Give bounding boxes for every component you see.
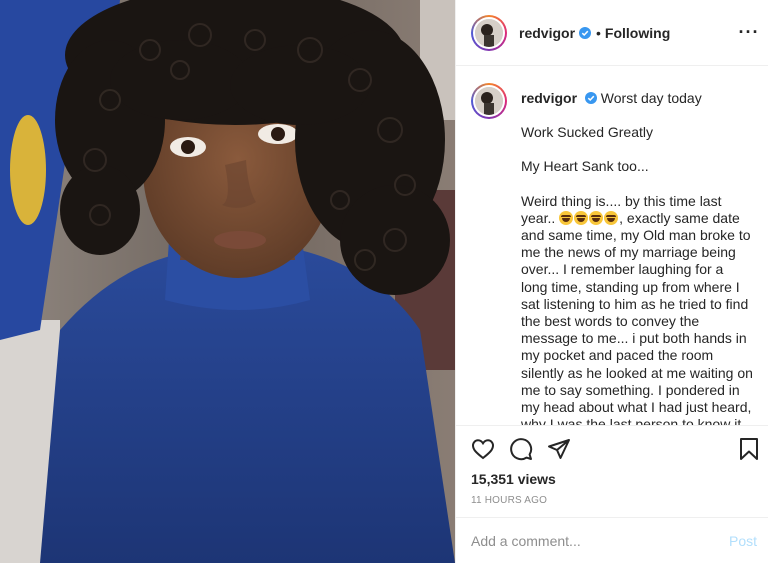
caption-line-1: Worst day today [600,90,702,106]
video-frame-image [0,0,455,563]
avatar[interactable] [471,14,507,51]
caption-text: redvigor Worst day today Work Sucked Gre… [521,83,753,425]
caption-paragraph-3: Weird thing is.... by this time last yea… [521,192,753,425]
verified-badge-icon [579,26,592,39]
caption-avatar[interactable] [471,83,507,119]
header-separator: • [596,24,601,41]
add-comment-bar: Post [456,517,768,563]
laughing-face-emoji [589,210,604,225]
comment-input[interactable] [471,532,729,549]
post-details-panel: redvigor • Following ··· redvigor Worst … [455,0,768,563]
heart-icon[interactable] [471,437,495,461]
laughing-face-emoji [604,210,619,225]
caption-paragraph-1: Work Sucked Greatly [521,124,654,141]
more-options-icon[interactable]: ··· [739,22,759,42]
caption-area: redvigor Worst day today Work Sucked Gre… [456,67,768,425]
comment-icon[interactable] [509,437,533,461]
share-icon[interactable] [547,437,571,461]
post-timestamp[interactable]: 11 HOURS AGO [471,495,547,506]
header-username[interactable]: redvigor [519,25,575,41]
caption-paragraph-2: My Heart Sank too... [521,158,649,175]
laughing-face-emoji [574,210,589,225]
view-count[interactable]: 15,351 views [471,471,556,487]
post-header: redvigor • Following ··· [456,0,768,66]
verified-badge-icon [584,92,597,104]
caption-comment: redvigor Worst day today Work Sucked Gre… [471,83,753,425]
caption-username[interactable]: redvigor [521,90,577,106]
post-video[interactable] [0,0,455,563]
post-comment-button[interactable]: Post [729,533,757,549]
following-button[interactable]: Following [605,25,670,41]
post-actions: 15,351 views 11 HOURS AGO [456,425,768,517]
laughing-face-emoji [559,210,574,225]
bookmark-icon[interactable] [737,437,761,461]
avatar-image [475,18,503,47]
